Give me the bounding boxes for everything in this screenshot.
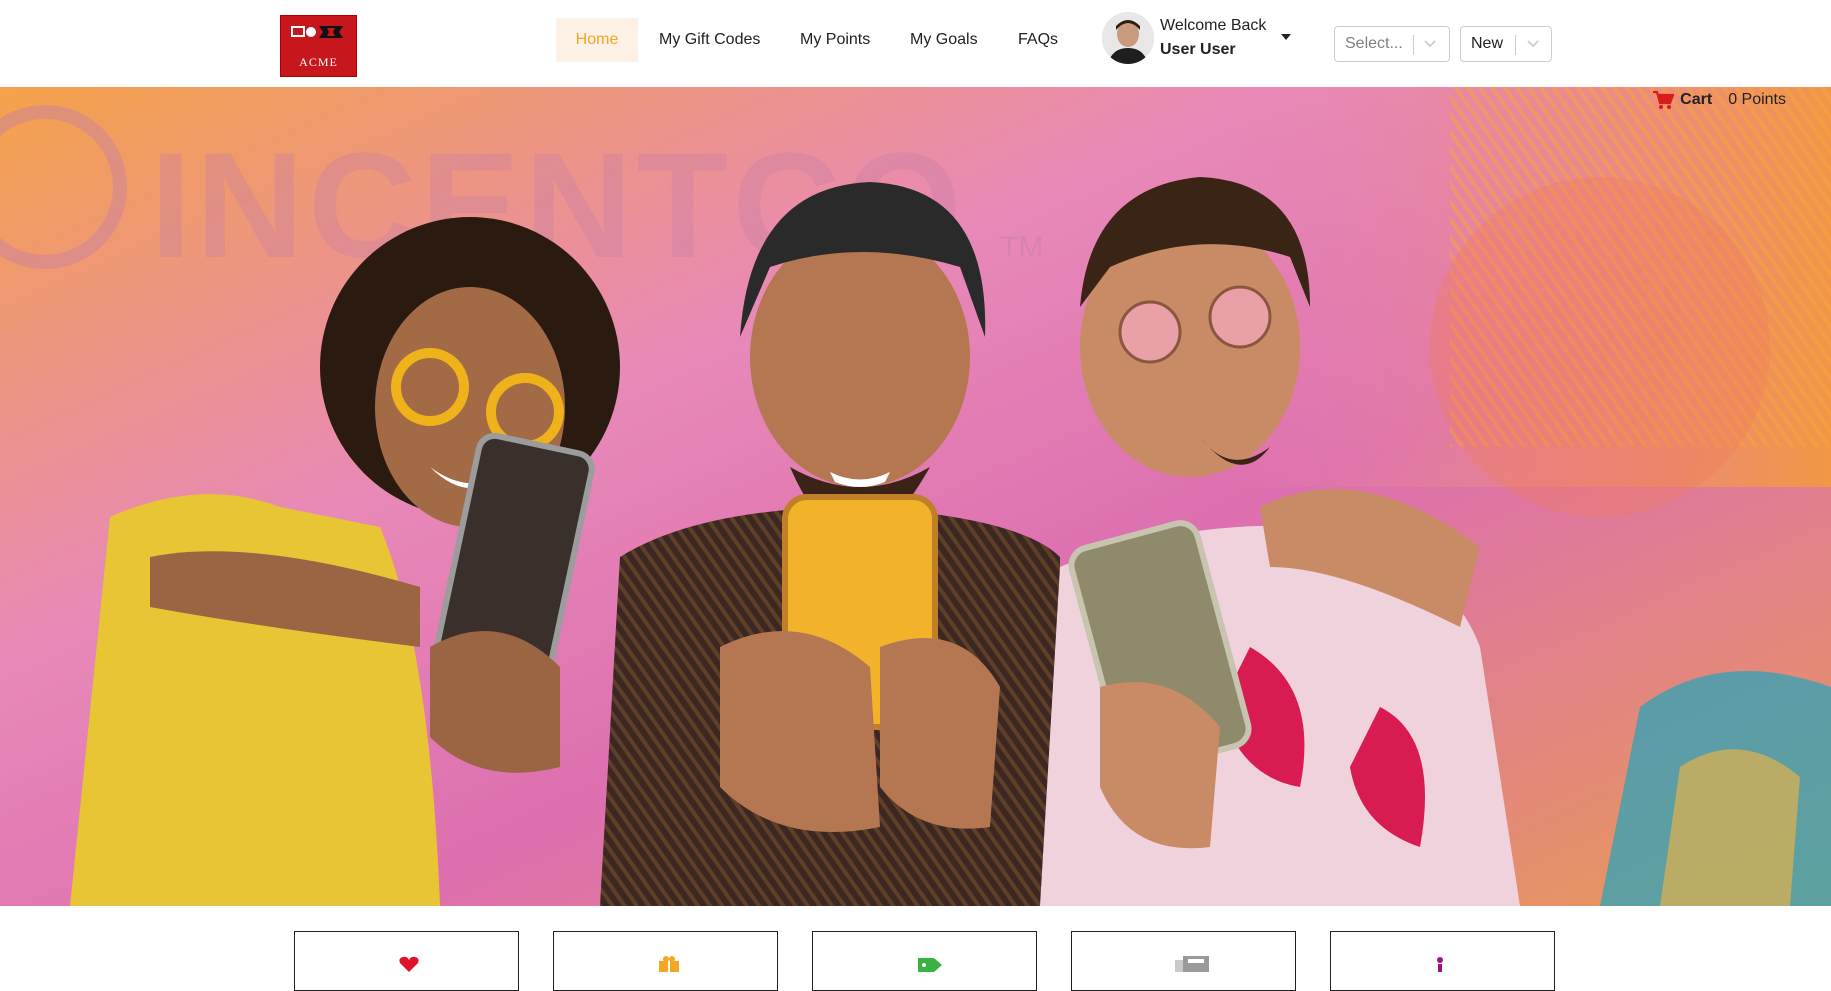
acme-emblem-icon <box>291 26 343 38</box>
nav-home[interactable]: Home <box>556 18 638 62</box>
acme-logo[interactable]: ACME <box>280 15 357 77</box>
tag-icon <box>918 958 942 972</box>
user-avatar[interactable] <box>1102 12 1154 64</box>
nav-faqs[interactable]: FAQs <box>1018 18 1058 62</box>
top-navigation-bar: ACME Home My Gift Codes My Points My Goa… <box>0 0 1831 87</box>
category-cards <box>0 931 1831 991</box>
category-card-documents[interactable] <box>1071 931 1296 991</box>
select-dropdown-value: Select... <box>1345 35 1403 52</box>
cart-icon <box>1653 90 1675 109</box>
nav-my-points[interactable]: My Points <box>800 18 870 62</box>
welcome-greeting: Welcome Back <box>1160 17 1267 34</box>
chevron-down-icon <box>1527 40 1539 48</box>
user-name: User User <box>1160 41 1236 58</box>
avatar-portrait-icon <box>1102 12 1154 64</box>
hero-banner: INCENTCO TM <box>0 87 1831 906</box>
select-dropdown[interactable]: Select... <box>1334 26 1450 62</box>
category-card-profile[interactable] <box>1330 931 1555 991</box>
select-separator <box>1413 35 1414 55</box>
person-icon <box>1437 957 1443 972</box>
user-welcome[interactable]: Welcome Back User User <box>1160 14 1266 62</box>
category-card-deals[interactable] <box>812 931 1037 991</box>
user-menu-caret-icon[interactable] <box>1281 34 1291 40</box>
document-icon <box>1175 956 1209 972</box>
cart-summary[interactable]: Cart 0 Points <box>1652 90 1786 110</box>
nav-my-gift-codes[interactable]: My Gift Codes <box>659 18 760 62</box>
heart-icon <box>399 956 419 972</box>
select-separator <box>1515 35 1516 55</box>
chevron-down-icon <box>1424 40 1436 48</box>
hero-illustration: INCENTCO TM <box>0 87 1831 906</box>
category-card-favorites[interactable] <box>294 931 519 991</box>
hero-watermark-tm: TM <box>1000 231 1043 264</box>
nav-my-goals[interactable]: My Goals <box>910 18 978 62</box>
cart-points: 0 Points <box>1728 91 1786 108</box>
category-card-gifts[interactable] <box>553 931 778 991</box>
gift-icon <box>659 956 679 972</box>
new-dropdown-value: New <box>1471 35 1504 52</box>
cart-label: Cart <box>1680 91 1713 108</box>
logo-text: ACME <box>299 55 338 69</box>
new-dropdown[interactable]: New <box>1460 26 1552 62</box>
